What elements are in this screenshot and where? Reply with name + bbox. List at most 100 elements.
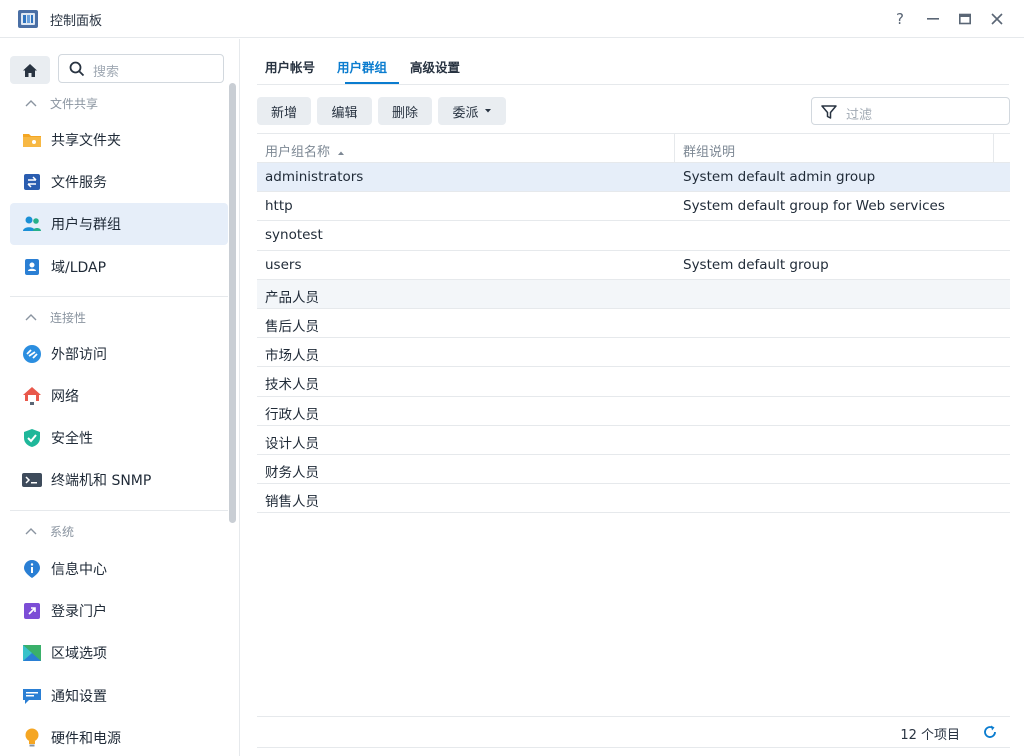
section-header-file-sharing[interactable]: 文件共享 <box>24 93 98 113</box>
refresh-icon <box>984 725 996 738</box>
group-name-cell: 销售人员 <box>265 494 319 511</box>
sidebar-item-label: 信息中心 <box>51 562 107 578</box>
shared-folder-icon <box>22 130 42 150</box>
table-row[interactable]: 技术人员 <box>257 367 1010 397</box>
table-row[interactable]: 销售人员 <box>257 484 1010 514</box>
table-row[interactable]: 产品人员 <box>257 279 1010 309</box>
group-name-cell: 售后人员 <box>265 318 319 335</box>
sidebar-item-terminal-snmp[interactable]: 终端机和 SNMP <box>10 459 228 501</box>
title-bar: 控制面板 ? <box>0 0 1024 38</box>
sidebar-item-label: 网络 <box>51 389 79 405</box>
table-row[interactable]: 市场人员 <box>257 338 1010 368</box>
search-icon <box>69 61 85 81</box>
table-body: administrators System default admin group… <box>257 163 1010 514</box>
close-button[interactable] <box>986 8 1008 30</box>
group-name-cell: users <box>265 256 302 273</box>
sidebar-item-label: 终端机和 SNMP <box>51 473 152 489</box>
window-title: 控制面板 <box>50 14 103 29</box>
sidebar-item-label: 硬件和电源 <box>51 731 121 747</box>
section-header-system[interactable]: 系统 <box>24 521 74 541</box>
sidebar-search-input[interactable]: 搜索 <box>58 54 224 83</box>
home-button[interactable] <box>10 56 50 84</box>
sidebar-item-regional-options[interactable]: 区域选项 <box>10 632 228 674</box>
group-name-cell: 技术人员 <box>265 377 319 394</box>
maximize-icon <box>959 13 971 25</box>
active-tab-indicator <box>345 82 399 84</box>
sidebar-item-label: 文件服务 <box>51 175 107 191</box>
group-name-cell: 市场人员 <box>265 348 319 365</box>
sidebar-item-domain-ldap[interactable]: 域/LDAP <box>10 246 228 288</box>
table-row[interactable]: 售后人员 <box>257 309 1010 339</box>
filter-icon <box>821 104 837 124</box>
sidebar-item-label: 安全性 <box>51 431 93 447</box>
edit-button[interactable]: 编辑 <box>317 97 372 125</box>
delete-button[interactable]: 删除 <box>378 97 432 125</box>
sidebar-item-security[interactable]: 安全性 <box>10 417 228 459</box>
sidebar-item-shared-folder[interactable]: 共享文件夹 <box>10 119 228 161</box>
sidebar-item-label: 通知设置 <box>51 689 107 705</box>
domain-ldap-icon <box>22 257 42 277</box>
users-groups-icon <box>22 214 42 234</box>
file-services-icon <box>22 172 42 192</box>
refresh-button[interactable] <box>982 724 998 744</box>
section-header-connectivity[interactable]: 连接性 <box>24 307 86 327</box>
sidebar-item-network[interactable]: 网络 <box>10 375 228 417</box>
external-access-icon <box>22 344 42 364</box>
sidebar-item-external-access[interactable]: 外部访问 <box>10 333 228 375</box>
table-row[interactable]: users System default group <box>257 251 1010 280</box>
table-row[interactable]: http System default group for Web service… <box>257 192 1010 222</box>
chevron-up-icon <box>25 314 37 321</box>
column-header-description[interactable]: 群组说明 <box>683 141 735 160</box>
sidebar-item-file-services[interactable]: 文件服务 <box>10 161 228 203</box>
delegate-button[interactable]: 委派 <box>438 97 506 125</box>
table-row[interactable]: synotest <box>257 221 1010 251</box>
filter-input[interactable]: 过滤 <box>811 97 1010 125</box>
info-icon <box>22 559 42 579</box>
table-header: 用户组名称 群组说明 <box>257 133 1010 163</box>
sidebar-divider <box>10 296 228 297</box>
section-title: 系统 <box>50 524 75 539</box>
minimize-icon <box>927 18 939 20</box>
sidebar-item-users-groups[interactable]: 用户与群组 <box>10 203 228 245</box>
column-header-group-name[interactable]: 用户组名称 <box>265 141 345 160</box>
section-title: 文件共享 <box>50 96 99 111</box>
item-count: 12 个项目 <box>900 728 960 743</box>
table-row[interactable]: 行政人员 <box>257 397 1010 426</box>
tab-user-accounts[interactable]: 用户帐号 <box>265 57 315 76</box>
tab-user-groups[interactable]: 用户群组 <box>337 57 387 76</box>
control-panel-icon <box>17 8 39 30</box>
notification-icon <box>22 686 42 706</box>
tab-advanced-settings[interactable]: 高级设置 <box>410 57 460 76</box>
terminal-icon <box>22 470 42 490</box>
group-description-cell: System default admin group <box>683 169 876 185</box>
search-placeholder: 搜索 <box>93 65 120 80</box>
table-row[interactable]: administrators System default admin group <box>257 163 1010 193</box>
table-row[interactable]: 财务人员 <box>257 455 1010 485</box>
sidebar-item-hardware-power[interactable]: 硬件和电源 <box>10 717 228 756</box>
table-footer: 12 个项目 <box>257 716 1010 748</box>
sidebar-item-login-portal[interactable]: 登录门户 <box>10 590 228 632</box>
help-button[interactable]: ? <box>889 8 911 30</box>
regional-options-icon <box>22 643 42 663</box>
group-name-cell: 产品人员 <box>265 289 319 306</box>
sidebar-item-notification[interactable]: 通知设置 <box>10 675 228 717</box>
group-name-cell: administrators <box>265 169 364 185</box>
group-description-cell: System default group <box>683 256 829 273</box>
create-button[interactable]: 新增 <box>257 97 311 125</box>
group-name-cell: http <box>265 198 293 215</box>
sidebar-divider <box>10 510 228 511</box>
sidebar-item-info-center[interactable]: 信息中心 <box>10 548 228 590</box>
network-icon <box>22 386 42 406</box>
table-row[interactable]: 设计人员 <box>257 426 1010 455</box>
sort-ascending-icon <box>338 151 345 155</box>
group-name-cell: 设计人员 <box>265 435 319 452</box>
delegate-label: 委派 <box>452 105 479 121</box>
column-resize-handle[interactable] <box>674 134 675 162</box>
minimize-button[interactable] <box>922 8 944 30</box>
sidebar: 搜索 文件共享 共享文件夹 文件服务 用户与群组 域/LDAP 连接性 外部访问… <box>0 39 240 756</box>
sidebar-scrollbar[interactable] <box>229 83 236 523</box>
column-resize-handle[interactable] <box>993 134 994 162</box>
main-panel: 用户帐号 用户群组 高级设置 新增 编辑 删除 委派 过滤 用户组名称 群组说明… <box>241 39 1024 756</box>
maximize-button[interactable] <box>954 8 976 30</box>
lightbulb-icon <box>22 728 42 748</box>
